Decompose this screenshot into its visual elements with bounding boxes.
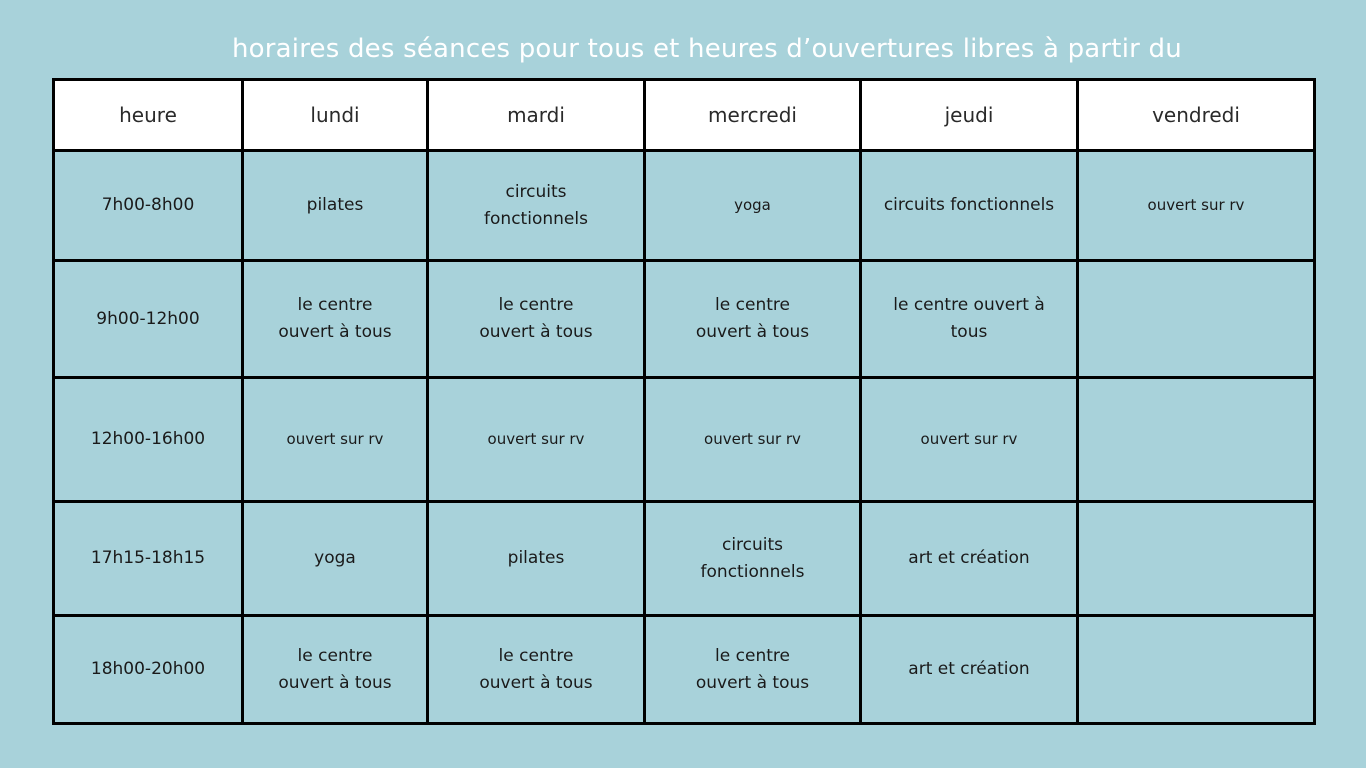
cell-lundi: le centre ouvert à tous bbox=[241, 259, 429, 379]
header-mercredi: mercredi bbox=[643, 78, 862, 152]
cell-lundi: le centre ouvert à tous bbox=[241, 614, 429, 725]
header-mardi: mardi bbox=[426, 78, 646, 152]
table-row: 12h00-16h00 ouvert sur rv ouvert sur rv … bbox=[52, 376, 1316, 503]
cell-mardi: pilates bbox=[426, 500, 646, 617]
header-vendredi: vendredi bbox=[1076, 78, 1316, 152]
cell-jeudi: art et création bbox=[859, 500, 1079, 617]
cell-lundi: pilates bbox=[241, 149, 429, 262]
table-row: 9h00-12h00 le centre ouvert à tous le cen… bbox=[52, 259, 1316, 379]
cell-mercredi: ouvert sur rv bbox=[643, 376, 862, 503]
cell-mardi: circuits fonctionnels bbox=[426, 149, 646, 262]
cell-jeudi: circuits fonctionnels bbox=[859, 149, 1079, 262]
time-cell: 18h00-20h00 bbox=[52, 614, 244, 725]
cell-mardi: ouvert sur rv bbox=[426, 376, 646, 503]
cell-jeudi: le centre ouvert à tous bbox=[859, 259, 1079, 379]
cell-mercredi: le centre ouvert à tous bbox=[643, 614, 862, 725]
header-jeudi: jeudi bbox=[859, 78, 1079, 152]
table-row: 18h00-20h00 le centre ouvert à tous le ce… bbox=[52, 614, 1316, 725]
header-row: heure lundi mardi mercredi jeudi vendred… bbox=[52, 78, 1316, 152]
time-cell: 12h00-16h00 bbox=[52, 376, 244, 503]
cell-jeudi: art et création bbox=[859, 614, 1079, 725]
cell-mardi: le centre ouvert à tous bbox=[426, 259, 646, 379]
cell-mardi: le centre ouvert à tous bbox=[426, 614, 646, 725]
cell-vendredi bbox=[1076, 614, 1316, 725]
cell-vendredi bbox=[1076, 259, 1316, 379]
table-row: 17h15-18h15 yoga pilates circuits fonctio… bbox=[52, 500, 1316, 617]
cell-vendredi bbox=[1076, 500, 1316, 617]
table-row: 7h00-8h00 pilates circuits fonctionnels y… bbox=[52, 149, 1316, 262]
cell-jeudi: ouvert sur rv bbox=[859, 376, 1079, 503]
time-cell: 17h15-18h15 bbox=[52, 500, 244, 617]
cell-lundi: ouvert sur rv bbox=[241, 376, 429, 503]
cell-vendredi bbox=[1076, 376, 1316, 503]
cell-vendredi: ouvert sur rv bbox=[1076, 149, 1316, 262]
page-title: horaires des séances pour tous et heures… bbox=[232, 34, 1182, 64]
cell-mercredi: le centre ouvert à tous bbox=[643, 259, 862, 379]
cell-lundi: yoga bbox=[241, 500, 429, 617]
time-cell: 9h00-12h00 bbox=[52, 259, 244, 379]
time-cell: 7h00-8h00 bbox=[52, 149, 244, 262]
schedule-table: heure lundi mardi mercredi jeudi vendred… bbox=[52, 78, 1316, 725]
cell-mercredi: circuits fonctionnels bbox=[643, 500, 862, 617]
header-heure: heure bbox=[52, 78, 244, 152]
cell-mercredi: yoga bbox=[643, 149, 862, 262]
header-lundi: lundi bbox=[241, 78, 429, 152]
